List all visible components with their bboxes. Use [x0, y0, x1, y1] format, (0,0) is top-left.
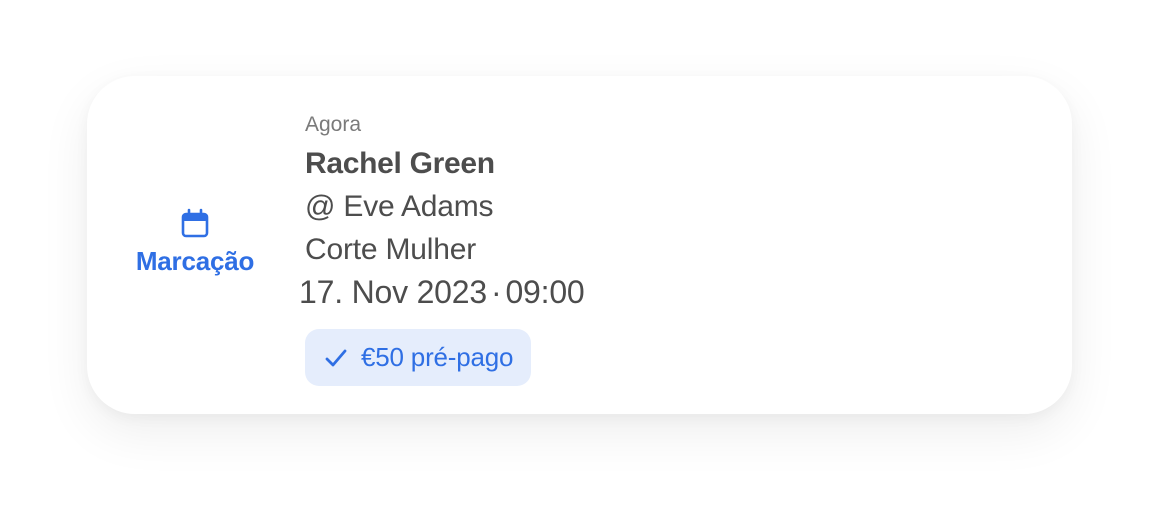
notification-type: Marcação [125, 208, 265, 277]
staff-mention: @ Eve Adams [305, 190, 494, 223]
datetime-separator: · [490, 274, 502, 310]
client-name: Rachel Green [305, 147, 495, 180]
appointment-hour: 09:00 [505, 274, 585, 310]
appointment-notification-card[interactable]: Marcação Agora Rachel Green @ Eve Adams … [87, 76, 1072, 414]
service-name: Corte Mulher [305, 233, 476, 266]
prepaid-badge: €50 pré-pago [305, 329, 532, 386]
prepaid-badge-label: €50 pré-pago [361, 342, 514, 372]
check-icon [325, 349, 347, 366]
appointment-details: Agora Rachel Green @ Eve Adams Corte Mul… [299, 112, 585, 386]
appointment-datetime: 17. Nov 2023 · 09:00 [299, 273, 585, 311]
notification-time: Agora [305, 113, 362, 136]
notification-type-label: Marcação [135, 246, 255, 276]
appointment-date: 17. Nov 2023 [299, 274, 487, 310]
calendar-icon [181, 208, 209, 238]
